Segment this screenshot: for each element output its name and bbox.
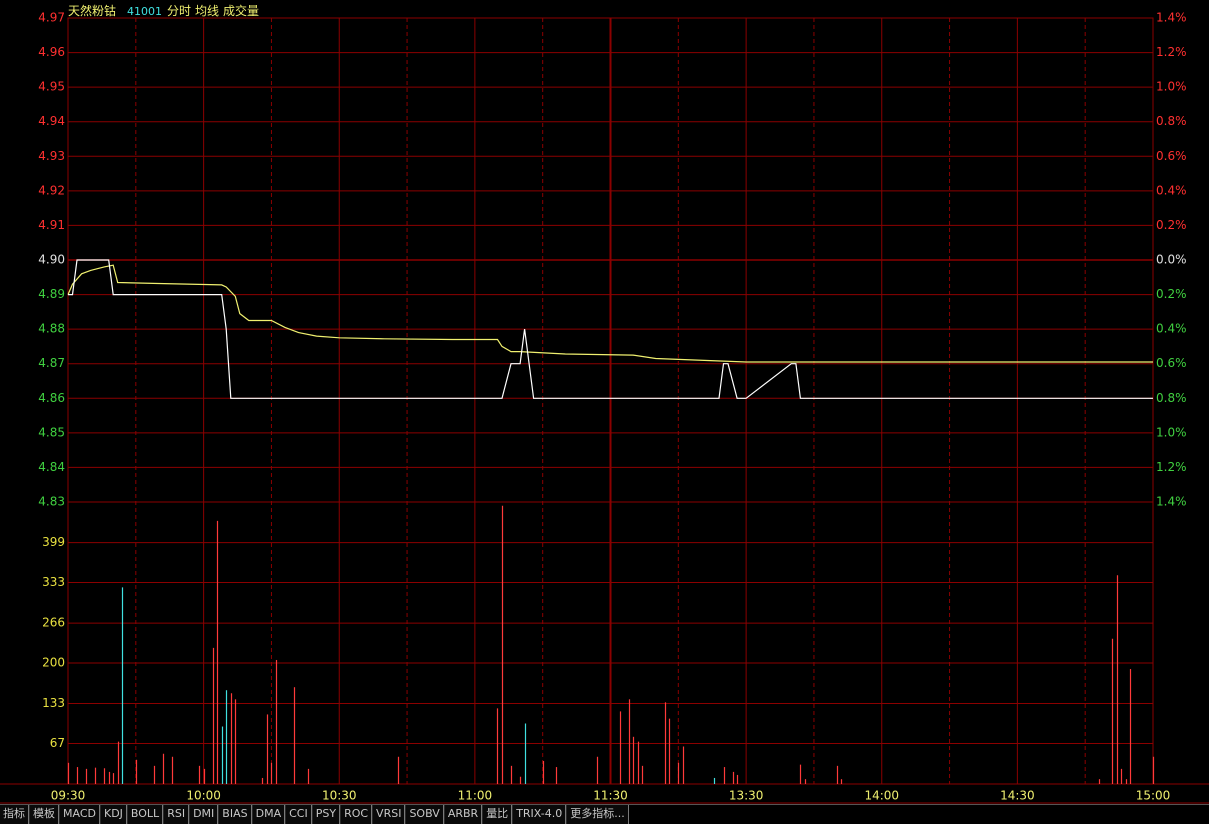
tab-bias[interactable]: BIAS [218,805,252,824]
price-tick-label: 4.87 [38,356,65,370]
chart-grid [0,17,1209,804]
price-tick-label: 4.96 [38,45,65,59]
percent-tick-label: 1.4% [1156,11,1187,25]
tab-rsi[interactable]: RSI [163,805,190,824]
price-tick-label: 4.89 [38,287,65,301]
percent-tick-label: 1.4% [1156,495,1187,509]
tab-dmi[interactable]: DMI [189,805,219,824]
volume-tick-label: 133 [42,696,65,710]
price-tick-label: 4.85 [38,425,65,439]
tab-roc[interactable]: ROC [340,805,373,824]
percent-tick-label: 1.2% [1156,460,1187,474]
tab-boll[interactable]: BOLL [126,805,164,824]
tab--[interactable]: 量比 [482,805,513,824]
tab-cci[interactable]: CCI [285,805,312,824]
volume-tick-label: 399 [42,535,65,549]
tab-vrsi[interactable]: VRSI [372,805,406,824]
percent-tick-label: 0.8% [1156,391,1187,405]
tab-kdj[interactable]: KDJ [99,805,127,824]
percent-tick-label: 0.4% [1156,322,1187,336]
time-tick-label: 11:00 [458,789,493,803]
stock-code: 41001 [127,5,162,18]
price-tick-label: 4.94 [38,114,65,128]
price-tick-label: 4.95 [38,80,65,94]
percent-tick-label: 0.4% [1156,183,1187,197]
time-tick-label: 14:30 [1000,789,1035,803]
time-tick-label: 13:30 [729,789,764,803]
percent-tick-label: 0.0% [1156,253,1187,267]
percent-tick-label: 0.2% [1156,218,1187,232]
price-tick-label: 4.83 [38,495,65,509]
time-tick-label: 11:30 [593,789,628,803]
tab-trix-4-0[interactable]: TRIX-4.0 [512,805,567,824]
tab--[interactable]: 指标 [0,805,29,824]
percent-tick-label: 0.6% [1156,149,1187,163]
tab-macd[interactable]: MACD [59,805,100,824]
price-tick-label: 4.84 [38,460,65,474]
percent-tick-label: 0.6% [1156,356,1187,370]
tab-arbr[interactable]: ARBR [443,805,483,824]
price-tick-label: 4.91 [38,218,65,232]
tab--[interactable]: 模板 [29,805,59,824]
volume-tick-label: 200 [42,656,65,670]
legend-item-average: 均线 [195,4,219,18]
stock-name: 天然粉钴 [68,3,116,18]
price-tick-label: 4.92 [38,183,65,197]
tab-sobv[interactable]: SOBV [405,805,444,824]
time-tick-label: 10:30 [322,789,357,803]
legend-item-minute: 分时 [167,4,191,18]
legend-item-volume: 成交量 [223,3,259,18]
tab-psy[interactable]: PSY [311,805,341,824]
percent-tick-label: 1.0% [1156,80,1187,94]
time-tick-label: 15:00 [1136,789,1171,803]
chart-header: 天然粉钴 41001 分时 均线 成交量 [68,3,259,18]
price-tick-label: 4.90 [38,253,65,267]
percent-tick-label: 1.2% [1156,45,1187,59]
tab--[interactable]: 更多指标... [566,805,629,824]
time-tick-label: 09:30 [51,789,86,803]
axis-labels: 4.97 1.4% 4.96 1.2% 4.95 1.0% 4.94 0.8% 4.93 0.6%… [38,11,1186,803]
volume-tick-label: 266 [42,616,65,630]
intraday-chart[interactable]: 4.97 1.4% 4.96 1.2% 4.95 1.0% 4.94 0.8% 4.93 0.6%… [0,0,1209,823]
volume-tick-label: 333 [42,575,65,589]
volume-tick-label: 67 [50,736,65,750]
tab-dma[interactable]: DMA [251,805,286,824]
price-tick-label: 4.88 [38,322,65,336]
percent-tick-label: 0.8% [1156,114,1187,128]
percent-tick-label: 0.2% [1156,287,1187,301]
price-tick-label: 4.86 [38,391,65,405]
percent-tick-label: 1.0% [1156,425,1187,439]
time-tick-label: 14:00 [864,789,899,803]
time-tick-label: 10:00 [186,789,221,803]
price-tick-label: 4.97 [38,11,65,25]
indicator-tab-bar: 指标 模板 MACD KDJ BOLL RSI DMI BIAS DMA CCI PSY ROC VRS… [0,804,1209,824]
price-tick-label: 4.93 [38,149,65,163]
